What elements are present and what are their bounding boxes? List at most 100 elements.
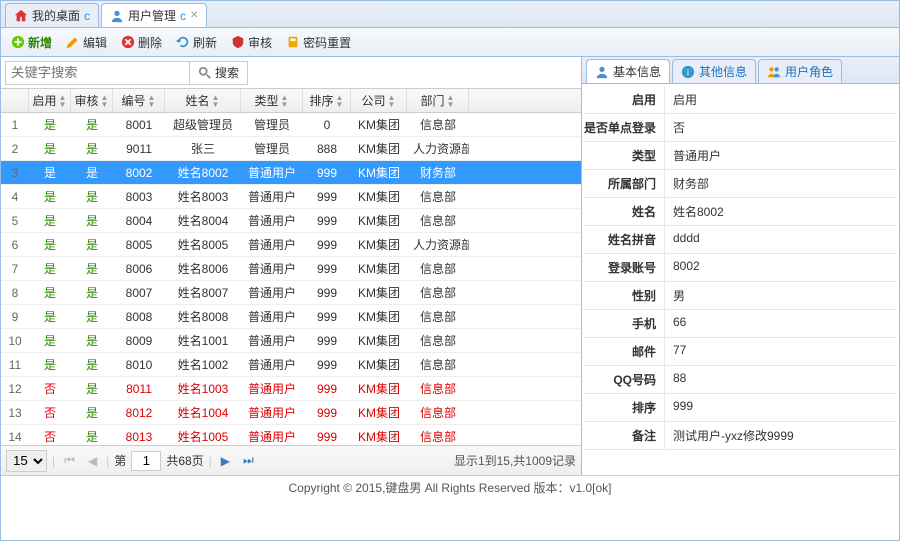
table-row[interactable]: 1是是8001超级管理员管理员0KM集团信息部	[1, 113, 581, 137]
delete-button[interactable]: 删除	[115, 31, 168, 54]
form-value: 普通用户	[664, 142, 897, 169]
tab-basic-info[interactable]: 基本信息	[586, 59, 670, 83]
detail-panel: 基本信息 i 其他信息 用户角色 启用启用是否单点登录否类型普通用户所属部门财务…	[582, 57, 899, 475]
cell-dept: 信息部	[407, 284, 469, 301]
table-row[interactable]: 14否是8013姓名1005普通用户999KM集团信息部	[1, 425, 581, 445]
table-row[interactable]: 3是是8002姓名8002普通用户999KM集团财务部	[1, 161, 581, 185]
prev-page-button[interactable]: ◀	[84, 452, 101, 470]
cell-index: 8	[1, 286, 29, 300]
col-audit[interactable]: 审核▲▼	[71, 89, 113, 112]
col-sort[interactable]: 排序▲▼	[303, 89, 351, 112]
info-icon: i	[681, 65, 695, 79]
form-label: 手机	[584, 310, 664, 337]
table-row[interactable]: 2是是9011张三管理员888KM集团人力资源部	[1, 137, 581, 161]
search-button[interactable]: 搜索	[190, 61, 248, 85]
add-button[interactable]: 新增	[5, 31, 58, 54]
form-row: 启用启用	[584, 86, 897, 114]
form-value: 66	[664, 310, 897, 337]
cell-name: 姓名8007	[165, 284, 241, 301]
cell-type: 普通用户	[241, 164, 303, 181]
password-reset-button[interactable]: 密码重置	[280, 31, 357, 54]
form-label: QQ号码	[584, 366, 664, 393]
form-label: 是否单点登录	[584, 114, 664, 141]
cell-company: KM集团	[351, 188, 407, 205]
col-id[interactable]: 编号▲▼	[113, 89, 165, 112]
cell-index: 14	[1, 430, 29, 444]
tab-desktop[interactable]: 我的桌面 c	[5, 3, 99, 27]
user-icon	[110, 9, 124, 23]
home-icon	[14, 9, 28, 23]
cell-id: 8008	[113, 310, 165, 324]
cell-enable: 是	[29, 260, 71, 277]
tab-refresh[interactable]: c	[84, 9, 90, 23]
cell-company: KM集团	[351, 332, 407, 349]
cell-dept: 信息部	[407, 356, 469, 373]
col-dept[interactable]: 部门▲▼	[407, 89, 469, 112]
refresh-button[interactable]: 刷新	[170, 31, 223, 54]
col-type[interactable]: 类型▲▼	[241, 89, 303, 112]
cell-id: 8010	[113, 358, 165, 372]
table-row[interactable]: 12否是8011姓名1003普通用户999KM集团信息部	[1, 377, 581, 401]
cell-audit: 是	[71, 116, 113, 133]
sort-icon: ▲▼	[388, 94, 396, 108]
cell-sort: 999	[303, 190, 351, 204]
cell-type: 普通用户	[241, 428, 303, 445]
next-page-button[interactable]: ▶	[217, 452, 234, 470]
cell-index: 12	[1, 382, 29, 396]
col-enable[interactable]: 启用▲▼	[29, 89, 71, 112]
cell-enable: 是	[29, 164, 71, 181]
col-company[interactable]: 公司▲▼	[351, 89, 407, 112]
page-input[interactable]	[131, 451, 161, 471]
sort-icon: ▲▼	[447, 94, 455, 108]
form-label: 登录账号	[584, 254, 664, 281]
audit-button[interactable]: 审核	[225, 31, 278, 54]
first-page-button[interactable]: ⏮	[60, 451, 79, 470]
cell-dept: 人力资源部	[407, 236, 469, 253]
table-row[interactable]: 13否是8012姓名1004普通用户999KM集团信息部	[1, 401, 581, 425]
cell-audit: 是	[71, 236, 113, 253]
cell-type: 普通用户	[241, 260, 303, 277]
cell-index: 4	[1, 190, 29, 204]
table-body: 1是是8001超级管理员管理员0KM集团信息部2是是9011张三管理员888KM…	[1, 113, 581, 445]
form-row: 手机66	[584, 310, 897, 338]
table-row[interactable]: 11是是8010姓名1002普通用户999KM集团信息部	[1, 353, 581, 377]
table-row[interactable]: 5是是8004姓名8004普通用户999KM集团信息部	[1, 209, 581, 233]
table-row[interactable]: 4是是8003姓名8003普通用户999KM集团信息部	[1, 185, 581, 209]
last-page-button[interactable]: ⏭	[239, 451, 258, 470]
delete-icon	[121, 35, 135, 49]
cell-index: 3	[1, 166, 29, 180]
cell-name: 姓名8003	[165, 188, 241, 205]
edit-button[interactable]: 编辑	[60, 31, 113, 54]
page-size-select[interactable]: 15	[6, 450, 47, 472]
cell-enable: 是	[29, 308, 71, 325]
tab-user-role[interactable]: 用户角色	[758, 59, 842, 83]
tab-user-mgmt[interactable]: 用户管理 c ✕	[101, 3, 207, 27]
cell-company: KM集团	[351, 308, 407, 325]
form-value: dddd	[664, 226, 897, 253]
table-row[interactable]: 10是是8009姓名1001普通用户999KM集团信息部	[1, 329, 581, 353]
table-row[interactable]: 9是是8008姓名8008普通用户999KM集团信息部	[1, 305, 581, 329]
search-input[interactable]	[5, 61, 190, 85]
cell-id: 8003	[113, 190, 165, 204]
tab-refresh[interactable]: c	[180, 9, 186, 23]
form-row: 性别男	[584, 282, 897, 310]
cell-enable: 否	[29, 404, 71, 421]
tab-other-info[interactable]: i 其他信息	[672, 59, 756, 83]
cell-company: KM集团	[351, 164, 407, 181]
cell-company: KM集团	[351, 284, 407, 301]
form-label: 排序	[584, 394, 664, 421]
cell-dept: 信息部	[407, 380, 469, 397]
close-icon[interactable]: ✕	[190, 10, 198, 21]
cell-type: 管理员	[241, 140, 303, 157]
workspace-tabs: 我的桌面 c 用户管理 c ✕	[1, 1, 899, 28]
cell-enable: 是	[29, 140, 71, 157]
table-row[interactable]: 8是是8007姓名8007普通用户999KM集团信息部	[1, 281, 581, 305]
cell-dept: 财务部	[407, 164, 469, 181]
cell-index: 9	[1, 310, 29, 324]
col-name[interactable]: 姓名▲▼	[165, 89, 241, 112]
cell-audit: 是	[71, 140, 113, 157]
cell-company: KM集团	[351, 380, 407, 397]
table-row[interactable]: 6是是8005姓名8005普通用户999KM集团人力资源部	[1, 233, 581, 257]
col-index	[1, 89, 29, 112]
table-row[interactable]: 7是是8006姓名8006普通用户999KM集团信息部	[1, 257, 581, 281]
